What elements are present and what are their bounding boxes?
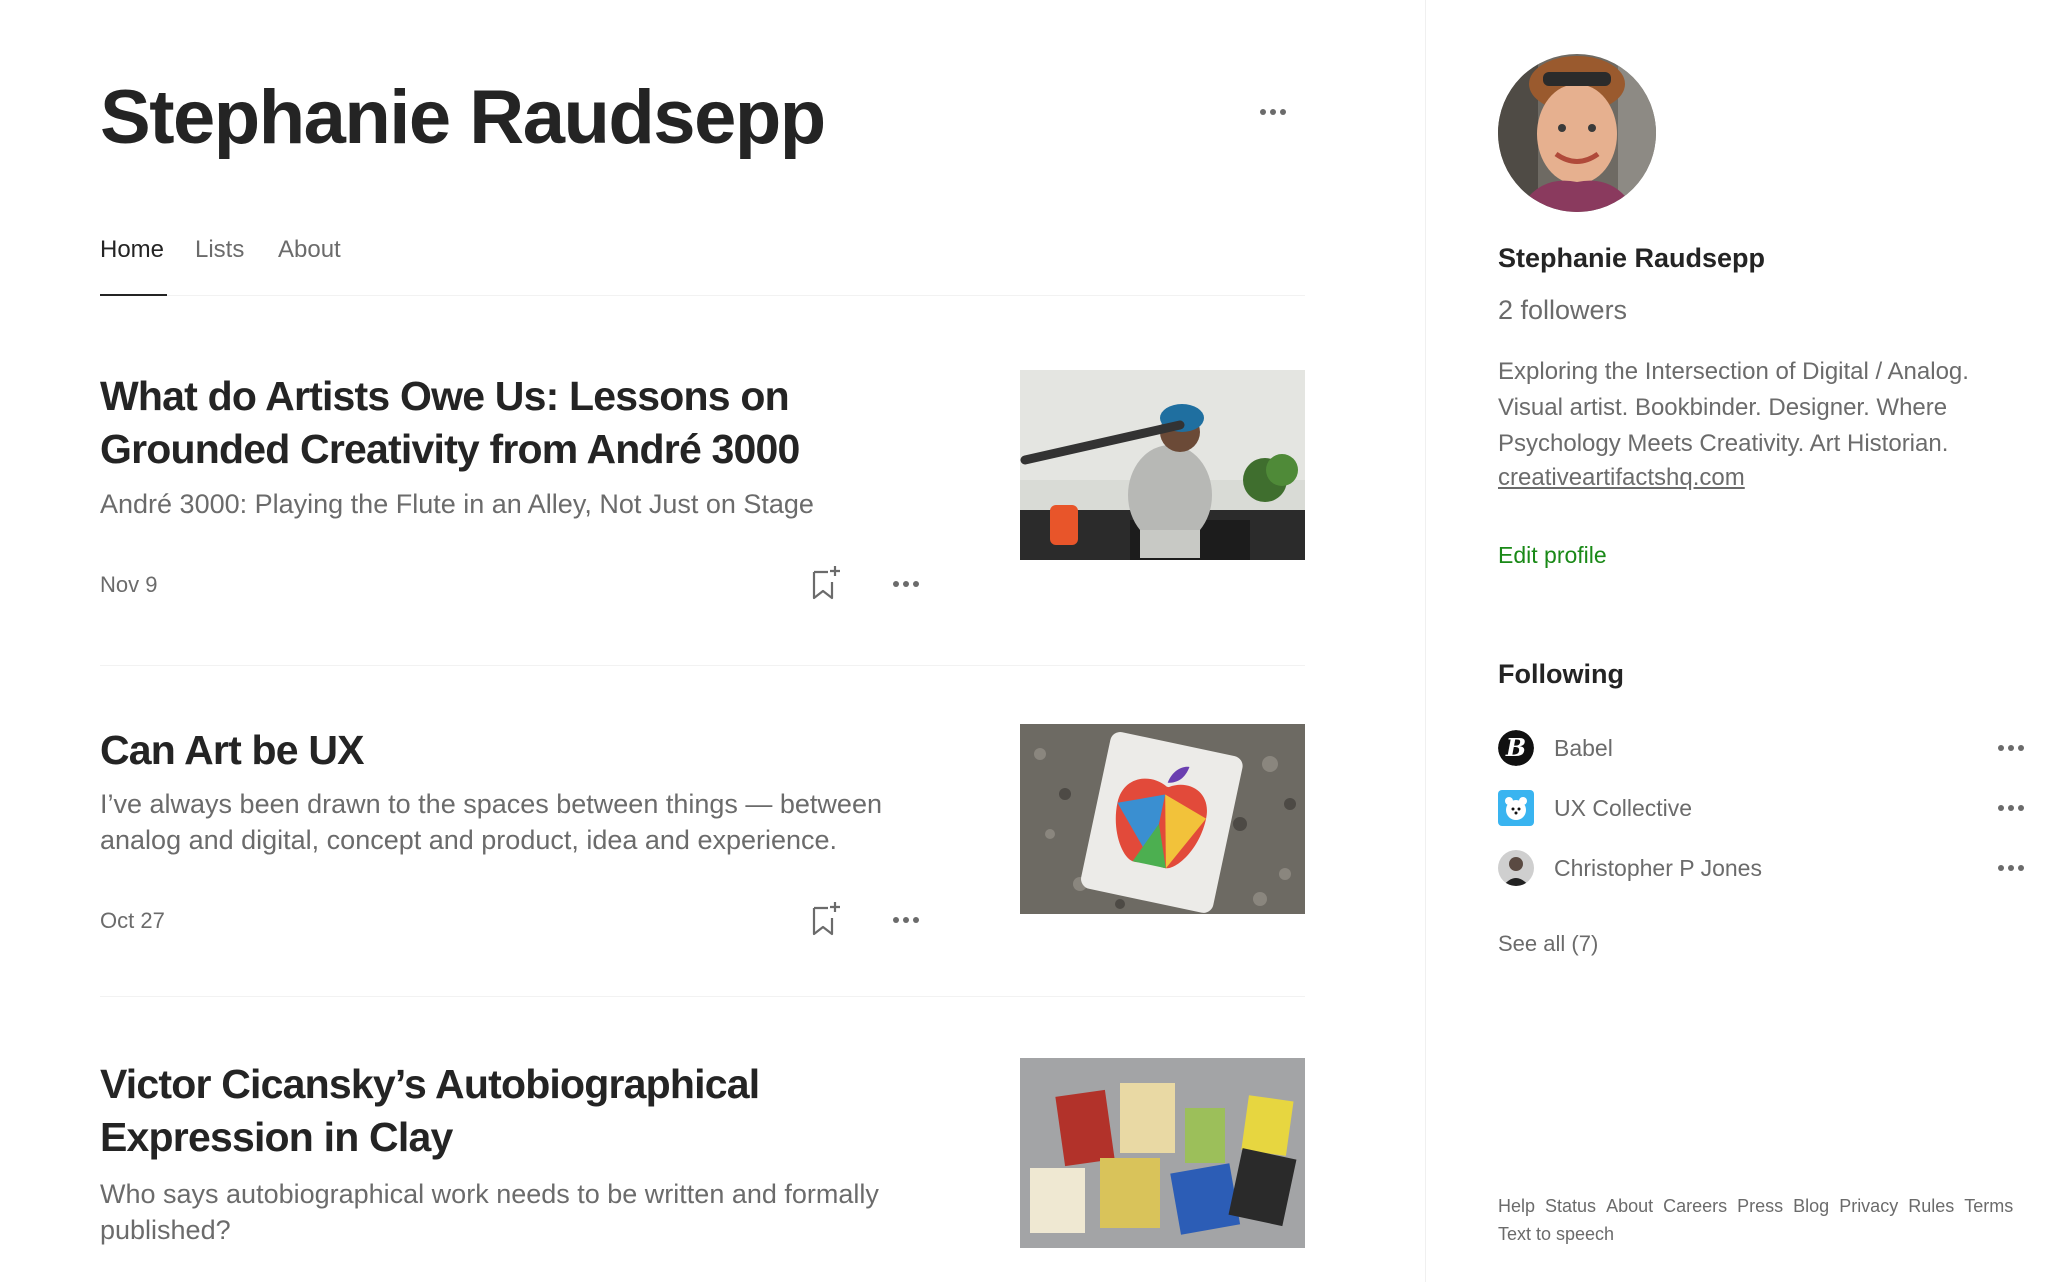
footer-link-terms[interactable]: Terms xyxy=(1964,1194,2013,1218)
profile-sidebar: Stephanie Raudsepp 2 followers Exploring… xyxy=(1425,0,2048,1282)
person-avatar-icon xyxy=(1498,850,1534,886)
footer-link-status[interactable]: Status xyxy=(1545,1194,1596,1218)
following-heading: Following xyxy=(1498,659,1624,689)
footer-link-rules[interactable]: Rules xyxy=(1908,1194,1954,1218)
article-more-options-icon[interactable] xyxy=(889,910,923,930)
following-item[interactable]: UX Collective xyxy=(1498,788,2028,828)
article-subtitle: André 3000: Playing the Flute in an Alle… xyxy=(100,489,814,519)
following-more-options-icon[interactable] xyxy=(1994,798,2028,818)
footer-link-help[interactable]: Help xyxy=(1498,1194,1535,1218)
article-more-options-icon[interactable] xyxy=(889,574,923,594)
following-more-options-icon[interactable] xyxy=(1994,858,2028,878)
following-item[interactable]: Christopher P Jones xyxy=(1498,848,2028,888)
active-tab-indicator xyxy=(100,294,167,296)
bookmark-add-icon[interactable] xyxy=(808,564,844,602)
article-divider xyxy=(100,665,1305,666)
profile-more-options-icon[interactable] xyxy=(1258,102,1288,122)
following-name[interactable]: UX Collective xyxy=(1554,790,1692,826)
apple-logo-card-photo[interactable] xyxy=(1020,724,1305,914)
article-title[interactable]: Victor Cicansky’s Autobiographical Expre… xyxy=(100,1058,960,1164)
tab-about[interactable]: About xyxy=(278,226,341,274)
footer-link-text-to-speech[interactable]: Text to speech xyxy=(1498,1222,1614,1246)
article-subtitle: I’ve always been drawn to the spaces bet… xyxy=(100,789,882,855)
followers-count[interactable]: 2 followers xyxy=(1498,292,1627,328)
profile-bio: Exploring the Intersection of Digital / … xyxy=(1498,358,1969,457)
babel-logo-icon: B xyxy=(1498,730,1534,766)
profile-name-heading: Stephanie Raudsepp xyxy=(100,75,826,160)
article-card[interactable]: Victor Cicansky’s Autobiographical Expre… xyxy=(100,1058,1305,1258)
clay-books-photo[interactable] xyxy=(1020,1058,1305,1248)
profile-avatar[interactable] xyxy=(1498,54,1656,212)
footer-link-blog[interactable]: Blog xyxy=(1793,1194,1829,1218)
ux-collective-bear-icon xyxy=(1498,790,1534,826)
article-subtitle: Who says autobiographical work needs to … xyxy=(100,1179,879,1245)
article-title[interactable]: What do Artists Owe Us: Lessons on Groun… xyxy=(100,370,960,476)
article-divider xyxy=(100,996,1305,997)
article-date: Nov 9 xyxy=(100,572,158,597)
following-name[interactable]: Babel xyxy=(1554,730,1613,766)
article-title[interactable]: Can Art be UX xyxy=(100,724,960,777)
footer-links: Help Status About Careers Press Blog Pri… xyxy=(1498,1194,2018,1246)
musician-flute-photo[interactable] xyxy=(1020,370,1305,560)
tab-home[interactable]: Home xyxy=(100,226,164,274)
footer-link-press[interactable]: Press xyxy=(1737,1194,1783,1218)
following-item[interactable]: B Babel xyxy=(1498,728,2028,768)
edit-profile-link[interactable]: Edit profile xyxy=(1498,538,1607,572)
see-all-following-link[interactable]: See all (7) xyxy=(1498,928,1598,960)
tab-lists[interactable]: Lists xyxy=(195,226,244,274)
article-card[interactable]: Can Art be UX I’ve always been drawn to … xyxy=(100,724,1305,954)
main-content: Stephanie Raudsepp Home Lists About What… xyxy=(0,0,1425,1282)
bookmark-add-icon[interactable] xyxy=(808,900,844,938)
footer-link-about[interactable]: About xyxy=(1606,1194,1653,1218)
footer-link-careers[interactable]: Careers xyxy=(1663,1194,1727,1218)
following-more-options-icon[interactable] xyxy=(1994,738,2028,758)
article-date: Oct 27 xyxy=(100,908,165,933)
sidebar-profile-name[interactable]: Stephanie Raudsepp xyxy=(1498,240,1765,276)
article-card[interactable]: What do Artists Owe Us: Lessons on Groun… xyxy=(100,370,1305,632)
svg-text:B: B xyxy=(1505,733,1526,762)
following-name[interactable]: Christopher P Jones xyxy=(1554,850,1762,886)
profile-website-link[interactable]: creativeartifactshq.com xyxy=(1498,460,1745,496)
footer-link-privacy[interactable]: Privacy xyxy=(1839,1194,1898,1218)
profile-tabs: Home Lists About xyxy=(100,226,1305,296)
